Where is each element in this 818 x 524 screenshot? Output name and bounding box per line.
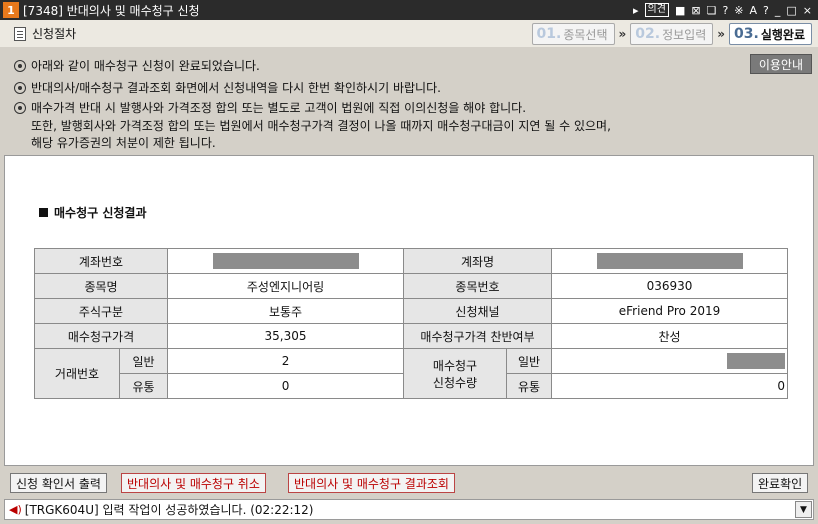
- qty-label: 매수청구신청수량: [403, 348, 508, 399]
- font-size-icon[interactable]: A: [750, 4, 758, 17]
- maximize-icon[interactable]: □: [786, 4, 796, 17]
- approval-value: 찬성: [551, 323, 789, 349]
- step-select-stock: 01. 종목선택: [531, 23, 615, 45]
- bullet-icon: [14, 60, 26, 72]
- notice-line: 매수가격 반대 시 발행사와 가격조정 합의 또는 별도로 고객이 법원에 직접…: [14, 99, 526, 116]
- masked-value: [596, 253, 743, 269]
- stock-name-value: 주성엔지니어링: [167, 273, 405, 299]
- step-arrow-icon: »: [717, 27, 726, 41]
- status-bar: ◀) [TRGK604U] 입력 작업이 성공하였습니다. (02:22:12)…: [4, 499, 814, 520]
- bullet-icon: [14, 82, 26, 94]
- step-text: 실행완료: [760, 27, 805, 42]
- step-number: 03.: [734, 26, 759, 42]
- qty-circulation-label: 유통: [506, 373, 553, 399]
- pin-icon[interactable]: ?: [722, 4, 728, 17]
- stock-code-label: 종목번호: [403, 273, 553, 299]
- confirm-complete-button[interactable]: 완료확인: [752, 473, 809, 493]
- button-bar: 신청 확인서 출력 반대의사 및 매수청구 취소 반대의사 및 매수청구 결과조…: [0, 470, 818, 496]
- print-confirmation-button[interactable]: 신청 확인서 출력: [10, 473, 107, 493]
- channel-label: 신청채널: [403, 298, 553, 324]
- share-type-label: 주식구분: [33, 298, 169, 324]
- trade-general-value: 2: [167, 348, 405, 374]
- table-row: 종목명 주성엔지니어링 종목번호 036930: [33, 273, 789, 299]
- bullet-icon: [14, 102, 26, 114]
- account-name-value: [551, 248, 789, 274]
- chevron-down-icon[interactable]: ▼: [795, 501, 812, 518]
- share-type-value: 보통주: [167, 298, 405, 324]
- qty-general-label: 일반: [506, 348, 553, 374]
- qty-label-line: 매수청구: [432, 358, 478, 373]
- qty-circulation-value: 0: [551, 373, 789, 399]
- title-bar: 1 [7348] 반대의사 및 매수청구 신청 ▸ 의견 ■ ⊠ ❏ ? ※ A…: [0, 0, 818, 20]
- step-arrow-icon: »: [618, 27, 627, 41]
- cancel-request-button[interactable]: 반대의사 및 매수청구 취소: [121, 473, 266, 493]
- qty-general-value: [551, 348, 789, 374]
- document-icon: [14, 26, 26, 41]
- procedure-label: 신청절차: [32, 27, 77, 41]
- section-title: 매수청구 신청결과: [39, 204, 147, 221]
- notice-text: 아래와 같이 매수청구 신청이 완료되었습니다.: [31, 59, 260, 73]
- close-icon[interactable]: ×: [803, 4, 812, 17]
- price-label: 매수청구가격: [33, 323, 169, 349]
- price-value: 35,305: [167, 323, 405, 349]
- section-title-text: 매수청구 신청결과: [54, 206, 147, 220]
- table-row: 거래번호 일반 2 매수청구신청수량 일반: [34, 348, 789, 399]
- stock-name-label: 종목명: [33, 273, 169, 299]
- notice-line: 아래와 같이 매수청구 신청이 완료되었습니다.: [14, 57, 260, 74]
- trade-general-label: 일반: [118, 348, 169, 374]
- minimize-icon[interactable]: _: [775, 4, 781, 17]
- trade-circulation-value: 0: [167, 373, 405, 399]
- notice-area: 아래와 같이 매수청구 신청이 완료되었습니다. 반대의사/매수청구 결과조회 …: [0, 50, 818, 154]
- window-toolbar: ▸ 의견 ■ ⊠ ❏ ? ※ A ? _ □ ×: [633, 0, 812, 20]
- notice-line: 반대의사/매수청구 결과조회 화면에서 신청내역을 다시 한번 확인하시기 바랍…: [14, 79, 441, 96]
- table-row: 매수청구가격 35,305 매수청구가격 찬반여부 찬성: [33, 323, 789, 349]
- step-text: 정보입력: [662, 27, 707, 42]
- copy-window-icon[interactable]: ❏: [707, 4, 717, 17]
- table-row: 계좌번호 계좌명: [33, 248, 789, 274]
- usage-guide-button[interactable]: 이용안내: [749, 54, 812, 74]
- settings-icon[interactable]: ※: [734, 4, 743, 17]
- result-table: 계좌번호 계좌명 종목명 주성엔지니어링 종목번호 036930 주식구분 보통…: [33, 248, 789, 399]
- account-name-label: 계좌명: [403, 248, 553, 274]
- table-row: 주식구분 보통주 신청채널 eFriend Pro 2019: [33, 298, 789, 324]
- result-panel: 매수청구 신청결과 계좌번호 계좌명 종목명 주성엔지니어링 종목번호 0369…: [4, 155, 814, 466]
- result-inquiry-button[interactable]: 반대의사 및 매수청구 결과조회: [288, 473, 455, 493]
- trade-circulation-label: 유통: [118, 373, 169, 399]
- step-indicator: 01. 종목선택 » 02. 정보입력 » 03. 실행완료: [531, 23, 812, 45]
- window-number-badge: 1: [3, 2, 19, 18]
- procedure-header: 신청절차 01. 종목선택 » 02. 정보입력 » 03. 실행완료: [0, 20, 818, 47]
- help-icon[interactable]: ?: [763, 4, 769, 17]
- step-number: 02.: [635, 26, 661, 42]
- trade-no-label: 거래번호: [34, 348, 120, 399]
- notice-line: 해당 유가증권의 처분이 제한 됩니다.: [31, 136, 216, 150]
- step-number: 01.: [536, 26, 562, 42]
- window-title: [7348] 반대의사 및 매수청구 신청: [23, 3, 200, 18]
- screenshot-icon[interactable]: ⊠: [691, 4, 700, 17]
- step-text: 종목선택: [563, 27, 608, 42]
- speaker-icon: ◀): [9, 503, 22, 516]
- status-message: [TRGK604U] 입력 작업이 성공하였습니다. (02:22:12): [24, 503, 314, 517]
- notice-text: 매수가격 반대 시 발행사와 가격조정 합의 또는 별도로 고객이 법원에 직접…: [31, 101, 527, 115]
- stock-code-value: 036930: [551, 273, 789, 299]
- opinion-button[interactable]: 의견: [644, 3, 669, 17]
- approval-label: 매수청구가격 찬반여부: [403, 323, 553, 349]
- account-no-label: 계좌번호: [33, 248, 169, 274]
- masked-value: [727, 353, 786, 369]
- qty-label-line: 신청수량: [432, 375, 478, 390]
- square-bullet-icon: [39, 208, 48, 217]
- step-input-info: 02. 정보입력: [630, 23, 714, 45]
- notice-line: 또한, 발행회사와 가격조정 합의 또는 법원에서 매수청구가격 결정이 나올 …: [31, 119, 611, 133]
- channel-value: eFriend Pro 2019: [551, 298, 789, 324]
- step-complete: 03. 실행완료: [729, 23, 812, 45]
- masked-value: [212, 253, 359, 269]
- notice-text: 반대의사/매수청구 결과조회 화면에서 신청내역을 다시 한번 확인하시기 바랍…: [31, 81, 441, 95]
- account-no-value: [167, 248, 405, 274]
- menu-arrow-icon[interactable]: ▸: [633, 4, 639, 17]
- link-icon[interactable]: ■: [675, 4, 685, 17]
